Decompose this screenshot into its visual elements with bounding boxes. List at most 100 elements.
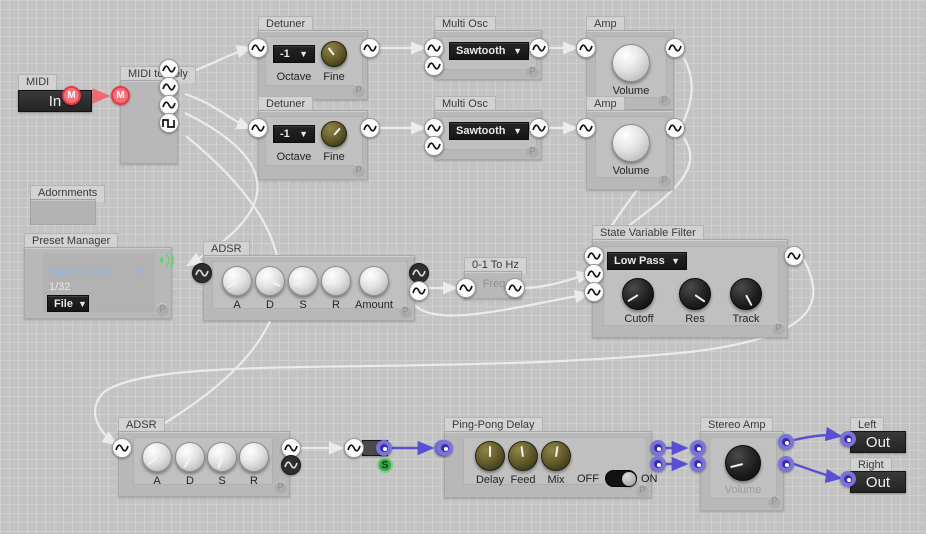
waveform-dropdown[interactable]: Sawtooth ▼ — [449, 42, 529, 60]
out-right-in-port[interactable] — [840, 471, 856, 487]
stereo-amp-in-port-l[interactable] — [690, 440, 706, 456]
decay-knob[interactable] — [175, 442, 205, 472]
out-left-in-port[interactable] — [840, 431, 856, 447]
midi-in-port[interactable]: M — [111, 86, 130, 105]
preset-badge[interactable]: P — [352, 84, 365, 97]
res-knob[interactable] — [679, 278, 711, 310]
module-body[interactable]: Delay Feed Mix OFF ON P — [444, 431, 658, 498]
signal-node-out-port[interactable] — [376, 440, 392, 456]
sustain-knob[interactable] — [288, 266, 318, 296]
volume-knob[interactable] — [612, 124, 650, 162]
out-left-value[interactable]: Out — [850, 431, 906, 453]
track-knob[interactable] — [730, 278, 762, 310]
release-knob[interactable] — [239, 442, 269, 472]
detuner-2-in-port[interactable] — [248, 118, 268, 138]
preset-badge[interactable]: P — [156, 303, 169, 316]
poly-out-port-2[interactable] — [159, 77, 179, 97]
module-body[interactable]: Sawtooth ▼ P — [434, 30, 542, 80]
poly-out-port-3[interactable] — [159, 95, 179, 115]
svf-in-port-1[interactable] — [584, 246, 604, 266]
out-right-value[interactable]: Out — [850, 471, 906, 493]
multi-osc-2-in-port-1[interactable] — [424, 118, 444, 138]
module-body[interactable]: A D S R P — [118, 431, 290, 497]
svf-in-port-2[interactable] — [584, 264, 604, 284]
adsr-bottom-gate-port[interactable] — [112, 438, 132, 458]
detuner-1-in-port[interactable] — [248, 38, 268, 58]
module-body[interactable]: -1 ▼ Octave Fine P — [258, 110, 368, 180]
preset-badge[interactable]: P — [399, 305, 412, 318]
preset-chevron-icon[interactable]: ▼ — [135, 267, 145, 278]
feed-knob[interactable] — [508, 441, 538, 471]
fine-knob[interactable] — [321, 41, 347, 67]
preset-badge[interactable]: P — [658, 94, 671, 107]
module-body[interactable]: -1 ▼ Octave Fine P — [258, 30, 368, 100]
amount-knob[interactable] — [359, 266, 389, 296]
ping-pong-out-port-r[interactable] — [650, 456, 666, 472]
patch-editor-canvas[interactable]: MIDI In M M MIDI to Poly Detuner -1 ▼ Oc… — [0, 0, 926, 534]
amp-1-out-port[interactable] — [665, 38, 685, 58]
mix-knob[interactable] — [541, 441, 571, 471]
detuner-2-out-port[interactable] — [360, 118, 380, 138]
zero-one-out-port[interactable] — [505, 278, 525, 298]
multi-osc-2-in-port-2[interactable] — [424, 136, 444, 156]
module-body[interactable]: Volume P — [700, 431, 784, 511]
ping-pong-in-port[interactable] — [437, 440, 453, 456]
amp-2-out-port[interactable] — [665, 118, 685, 138]
poly-gate-port[interactable] — [159, 113, 179, 133]
preset-badge[interactable]: P — [658, 174, 671, 187]
svf-in-port-3[interactable] — [584, 282, 604, 302]
module-body[interactable]: A D S R Amount P — [203, 255, 415, 321]
signal-node-badge[interactable]: S — [377, 457, 393, 473]
volume-knob[interactable] — [612, 44, 650, 82]
file-dropdown[interactable]: File ▼ — [47, 295, 89, 312]
multi-osc-1-out-port[interactable] — [529, 38, 549, 58]
filter-mode-dropdown[interactable]: Low Pass ▼ — [607, 252, 687, 270]
delay-knob[interactable] — [475, 441, 505, 471]
module-body[interactable]: Volume P — [586, 110, 674, 190]
multi-osc-2-out-port[interactable] — [529, 118, 549, 138]
detuner-1-out-port[interactable] — [360, 38, 380, 58]
volume-knob[interactable] — [725, 445, 761, 481]
adsr-top-out-port[interactable] — [409, 263, 429, 283]
signal-node-in-port[interactable] — [344, 438, 364, 458]
amp-2-in-port[interactable] — [576, 118, 596, 138]
module-body[interactable]: Sawtooth ▼ P — [434, 110, 542, 160]
ping-pong-out-port-l[interactable] — [650, 440, 666, 456]
stereo-amp-in-port-r[interactable] — [690, 456, 706, 472]
svf-out-port[interactable] — [784, 246, 804, 266]
sustain-knob[interactable] — [207, 442, 237, 472]
release-knob[interactable] — [321, 266, 351, 296]
cutoff-knob[interactable] — [622, 278, 654, 310]
preset-badge[interactable]: P — [526, 65, 539, 78]
amp-1-in-port[interactable] — [576, 38, 596, 58]
preset-badge[interactable]: P — [526, 145, 539, 158]
module-body[interactable]: Low Pass ▼ Cutoff Res Track P — [592, 239, 788, 338]
octave-dropdown[interactable]: -1 ▼ — [273, 45, 315, 63]
zero-one-in-port[interactable] — [456, 278, 476, 298]
module-body[interactable]: ◖)) Tekno Honk ▼ 1/32 File ▼ P — [24, 247, 175, 319]
stereo-amp-out-port-r[interactable] — [778, 456, 794, 472]
midi-out-port[interactable]: M — [62, 86, 81, 105]
adsr-top-gate-port[interactable] — [192, 263, 212, 283]
fine-label: Fine — [323, 151, 345, 163]
fine-knob[interactable] — [321, 121, 347, 147]
delay-enable-toggle[interactable] — [605, 470, 637, 487]
preset-badge[interactable]: P — [352, 164, 365, 177]
waveform-dropdown[interactable]: Sawtooth ▼ — [449, 122, 529, 140]
multi-osc-1-in-port-2[interactable] — [424, 56, 444, 76]
poly-out-port-1[interactable] — [159, 59, 179, 79]
adornments-panel[interactable] — [30, 199, 96, 225]
adsr-top-env-port[interactable] — [409, 281, 429, 301]
stereo-amp-out-port-l[interactable] — [778, 434, 794, 450]
preset-badge[interactable]: P — [274, 481, 287, 494]
preset-badge[interactable]: P — [772, 322, 785, 335]
preset-badge[interactable]: P — [768, 495, 781, 508]
preset-name[interactable]: Tekno Honk — [49, 265, 112, 279]
attack-knob[interactable] — [222, 266, 252, 296]
octave-dropdown[interactable]: -1 ▼ — [273, 125, 315, 143]
multi-osc-1-in-port-1[interactable] — [424, 38, 444, 58]
attack-knob[interactable] — [142, 442, 172, 472]
decay-knob[interactable] — [255, 266, 285, 296]
preset-badge[interactable]: P — [636, 484, 649, 497]
adsr-bottom-aux-port[interactable] — [281, 455, 301, 475]
